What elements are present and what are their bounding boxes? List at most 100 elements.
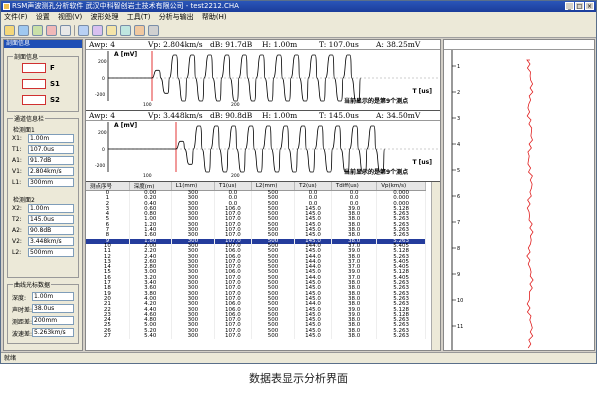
velocity-curve (526, 59, 534, 349)
field-value[interactable]: 300mm (28, 178, 74, 187)
wave1-xtick-200: 200 (231, 102, 240, 108)
depth-tick-label: 5 (457, 168, 460, 174)
menu-tools[interactable]: 工具(T) (127, 13, 151, 21)
wave2-ytick-200: 200 (98, 130, 107, 136)
channel-info-group: 通道信息栏 检测面1 X1: 1.00m T1: 107.0us A1: 91.7dB… (7, 114, 79, 278)
depth-tick-label: 1 (457, 64, 460, 70)
export-icon[interactable] (46, 24, 57, 36)
close-button[interactable]: × (585, 2, 594, 10)
depth-tick-label: 2 (457, 90, 460, 96)
depth-tick-label: 7 (457, 220, 460, 226)
menu-help[interactable]: 帮助(H) (202, 13, 227, 21)
depth-velocity-curve[interactable]: 1 2 3 4 5 6 7 8 9 10 11 (444, 50, 594, 350)
table-row[interactable]: 27 5.40 300 107.0 500 145.0 38.0 5.263 (86, 333, 426, 340)
wave1-trace (108, 54, 361, 102)
field-label: 测距差: (12, 319, 33, 326)
zoom-icon[interactable] (106, 24, 117, 36)
application-window: RSM声波测孔分析软件 武汉中科智创岩土技术有限公司 - test2212.CH… (0, 0, 597, 364)
field-value[interactable]: 500mm (28, 248, 74, 257)
table-cell: 5.263 (376, 333, 426, 340)
menu-file[interactable]: 文件(F) (4, 13, 28, 21)
wave1-db: dB: 91.7dB (210, 40, 253, 49)
figure-caption: 数据表显示分析界面 (249, 372, 348, 385)
waveform-panel-2[interactable]: Awp: 4 Vp: 3.448km/s dB: 90.8dB H: 1.00m… (86, 111, 440, 182)
table-header-row: 测点序号 深度(m) L1(mm) T1(us) L2(mm) T2(us) T… (86, 182, 426, 191)
wave1-plot[interactable]: 200 0 -200 100 200 (86, 49, 440, 109)
signal-box-s2[interactable] (22, 95, 46, 105)
table-cell: 27 (86, 333, 130, 340)
field-value[interactable]: 1.00m (28, 134, 74, 143)
chart-icon[interactable] (134, 24, 145, 36)
open-folder-icon[interactable] (4, 24, 15, 36)
field-x1: X1: 1.00m (12, 134, 76, 143)
wave1-ytick-200: 200 (98, 59, 107, 65)
table-cell: 300 (171, 333, 216, 340)
field-label: L1: (12, 179, 22, 186)
field-label: 波速差: (12, 331, 33, 338)
field-value[interactable]: 91.7dB (28, 156, 74, 165)
help-icon[interactable] (148, 24, 159, 36)
channel2-title: 检测面2 (13, 197, 35, 204)
data-table-area: 测点序号 深度(m) L1(mm) T1(us) L2(mm) T2(us) T… (86, 182, 440, 350)
field-value[interactable]: 1.00m (32, 292, 74, 301)
field-value[interactable]: 5.263km/s (32, 328, 74, 337)
field-value[interactable]: 2.804km/s (28, 167, 74, 176)
table-cell: 145.0 (294, 333, 332, 340)
table-cell: 38.0 (331, 333, 378, 340)
wave1-time: T: 107.0us (319, 40, 359, 49)
depth-tick-label: 10 (457, 298, 463, 304)
field-l2: L2: 500mm (12, 248, 76, 257)
menu-bar: 文件(F) 设置 视图(V) 波形处理 工具(T) 分析与输出 帮助(H) (1, 12, 596, 23)
field-label: T1: (12, 146, 22, 153)
left-panel-header: 剖面信息 (4, 40, 82, 48)
wave2-velocity: Vp: 3.448km/s (148, 111, 203, 120)
menu-analysis-output[interactable]: 分析与输出 (159, 13, 194, 21)
field-label: V1: (12, 168, 22, 175)
field-value[interactable]: 1.00m (28, 204, 74, 213)
field-t2: T2: 145.0us (12, 215, 76, 224)
depth-tick-label: 9 (457, 272, 460, 278)
field-v1: V1: 2.804km/s (12, 167, 76, 176)
signal-box-f[interactable] (22, 63, 46, 73)
field-value[interactable]: 38.0us (32, 304, 74, 313)
table-cell: 5.40 (129, 333, 172, 340)
depth-tick-label: 11 (457, 324, 463, 330)
signal-label-s2: S2 (50, 96, 60, 104)
signal-box-s1[interactable] (22, 79, 46, 89)
depth-curve-header (444, 40, 594, 50)
menu-settings[interactable]: 设置 (36, 13, 50, 21)
field-value[interactable]: 3.448km/s (28, 237, 74, 246)
toolbar (1, 23, 596, 38)
field-a1: A1: 91.7dB (12, 156, 76, 165)
maximize-button[interactable]: □ (575, 2, 584, 10)
status-bar: 就绪 (1, 352, 596, 363)
field-label: X1: (12, 135, 22, 142)
field-value[interactable]: 145.0us (28, 215, 74, 224)
wave-icon[interactable] (120, 24, 131, 36)
signal-label-f: F (50, 64, 55, 72)
field-value[interactable]: 200mm (32, 316, 74, 325)
status-text: 就绪 (4, 355, 17, 362)
field-label: 深度: (12, 295, 27, 302)
print-icon[interactable] (60, 24, 71, 36)
field-value[interactable]: 90.8dB (28, 226, 74, 235)
profile-info-title: 剖面信息 (13, 52, 40, 61)
minimize-button[interactable]: _ (565, 2, 574, 10)
field-value[interactable]: 107.0us (28, 145, 74, 154)
menu-view[interactable]: 视图(V) (58, 13, 82, 21)
channel-info-title: 通道信息栏 (13, 114, 46, 123)
wave2-xtick-100: 100 (143, 173, 152, 179)
filter-icon[interactable] (92, 24, 103, 36)
waveform-panel-1[interactable]: Awp: 4 Vp: 2.804km/s dB: 91.7dB H: 1.00m… (86, 40, 440, 111)
field-label: V2: (12, 238, 22, 245)
wave2-xtick-200: 200 (231, 173, 240, 179)
import-icon[interactable] (32, 24, 43, 36)
wave2-plot[interactable]: 200 0 -200 100 200 (86, 120, 440, 180)
depth-tick-label: 4 (457, 142, 460, 148)
table-scrollbar[interactable] (431, 182, 440, 350)
menu-wave-processing[interactable]: 波形处理 (90, 13, 118, 21)
save-icon[interactable] (18, 24, 29, 36)
table-cell: 107.0 (214, 333, 252, 340)
settings-icon[interactable] (78, 24, 89, 36)
field-x2: X2: 1.00m (12, 204, 76, 213)
